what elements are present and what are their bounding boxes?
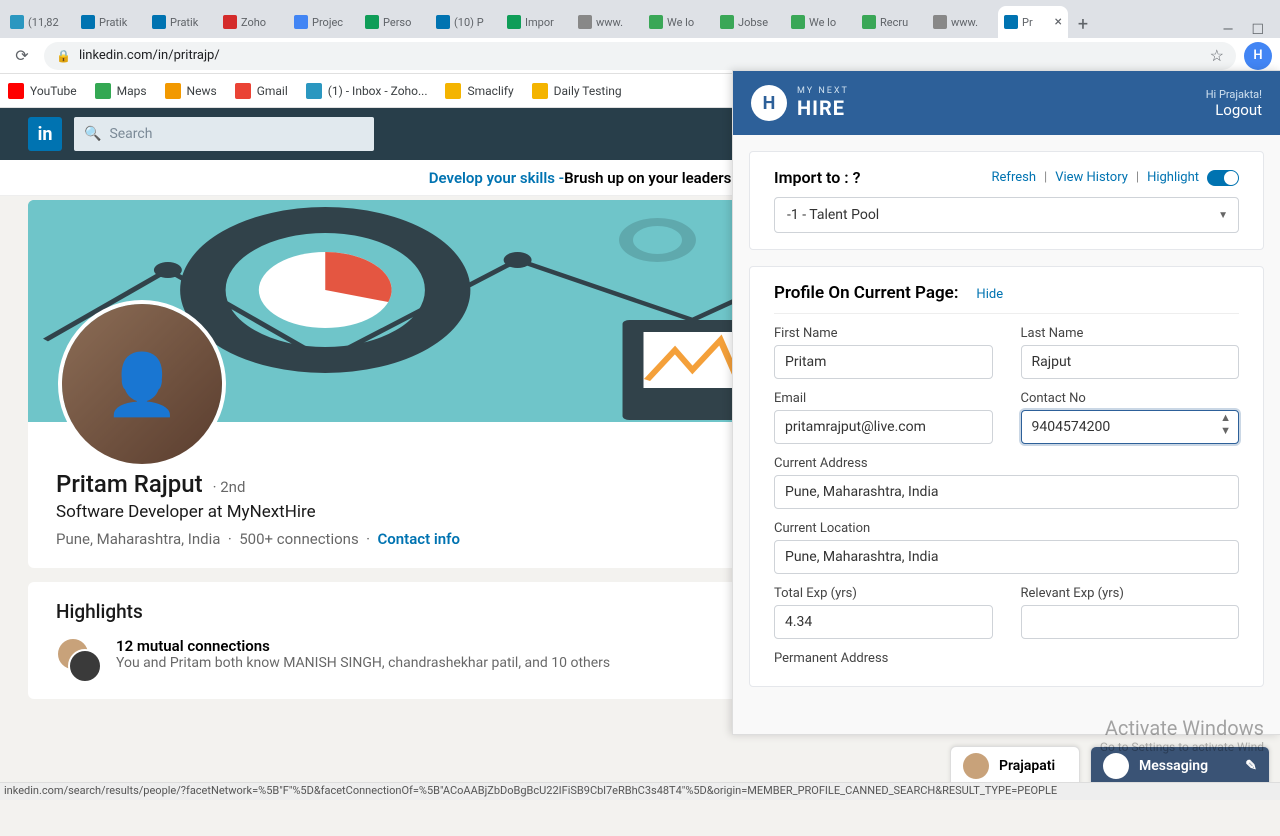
import-card: Import to : ? Refresh | View History | H…	[749, 151, 1264, 250]
browser-tab[interactable]: Pratik	[146, 6, 216, 38]
email-label: Email	[774, 391, 993, 406]
status-bar-url: inkedin.com/search/results/people/?facet…	[0, 782, 1280, 800]
stepper-icon[interactable]: ▲▼	[1220, 411, 1231, 437]
messaging-tab[interactable]: Messaging ✎	[1090, 746, 1270, 786]
browser-tab[interactable]: Pratik	[75, 6, 145, 38]
lock-icon: 🔒	[56, 49, 71, 63]
total-exp-label: Total Exp (yrs)	[774, 586, 993, 601]
browser-tab[interactable]: We lo	[785, 6, 855, 38]
profile-name: Pritam Rajput	[56, 470, 203, 498]
connections-count[interactable]: 500+ connections	[239, 530, 358, 548]
avatar-icon	[1103, 753, 1129, 779]
last-name-label: Last Name	[1021, 326, 1240, 341]
avatar-icon	[68, 649, 102, 683]
browser-tab[interactable]: Jobse	[714, 6, 784, 38]
current-address-label: Current Address	[774, 456, 1239, 471]
relevant-exp-input[interactable]	[1021, 605, 1240, 639]
browser-tab[interactable]: We lo	[643, 6, 713, 38]
logout-link[interactable]: Logout	[1206, 101, 1262, 119]
compose-icon[interactable]: ✎	[1245, 758, 1257, 774]
browser-tab-active[interactable]: Pr×	[998, 6, 1068, 38]
first-name-input[interactable]	[774, 345, 993, 379]
current-location-label: Current Location	[774, 521, 1239, 536]
browser-tab[interactable]: Impor	[501, 6, 571, 38]
mutual-title: 12 mutual connections	[116, 637, 610, 655]
browser-tab-strip: (11,82 Pratik Pratik Zoho Projec Perso (…	[0, 0, 1280, 38]
bookmark-item[interactable]: (1) - Inbox - Zoho...	[306, 83, 428, 99]
browser-tab[interactable]: Zoho	[217, 6, 287, 38]
current-location-input[interactable]	[774, 540, 1239, 574]
first-name-label: First Name	[774, 326, 993, 341]
profile-form-title: Profile On Current Page:	[774, 283, 958, 303]
highlight-toggle[interactable]	[1207, 170, 1239, 186]
import-title: Import to : ?	[774, 168, 860, 187]
new-tab-button[interactable]: +	[1069, 10, 1097, 38]
chat-tab[interactable]: Prajapati	[950, 746, 1080, 786]
view-history-link[interactable]: View History	[1055, 170, 1128, 185]
bookmark-item[interactable]: News	[165, 83, 217, 99]
bookmark-item[interactable]: Gmail	[235, 83, 288, 99]
chevron-down-icon: ▼	[1218, 210, 1228, 221]
avatar-icon	[963, 753, 989, 779]
browser-tab[interactable]: (11,82	[4, 6, 74, 38]
logo-badge-icon: H	[751, 85, 787, 121]
extension-header: H MY NEXTHIRE Hi Prajakta! Logout	[733, 71, 1280, 135]
relevant-exp-label: Relevant Exp (yrs)	[1021, 586, 1240, 601]
profile-location: Pune, Maharashtra, India	[56, 530, 220, 548]
contact-label: Contact No	[1021, 391, 1240, 406]
browser-tab[interactable]: www.	[572, 6, 642, 38]
bookmark-item[interactable]: YouTube	[8, 83, 77, 99]
close-icon[interactable]: ×	[1055, 14, 1062, 30]
linkedin-search-input[interactable]: 🔍 Search	[74, 117, 374, 151]
profile-avatar[interactable]: 👤	[58, 300, 226, 468]
bookmark-item[interactable]: Maps	[95, 83, 147, 99]
bookmark-star-icon[interactable]: ☆	[1210, 46, 1224, 65]
url-text: linkedin.com/in/pritrajp/	[79, 48, 220, 63]
linkedin-logo[interactable]: in	[28, 117, 62, 151]
bookmark-item[interactable]: Daily Testing	[532, 83, 622, 99]
minimize-icon[interactable]: —	[1223, 22, 1234, 38]
talent-pool-select[interactable]: -1 - Talent Pool ▼	[774, 197, 1239, 233]
browser-tab[interactable]: Projec	[288, 6, 358, 38]
email-input[interactable]	[774, 410, 993, 444]
greeting-text: Hi Prajakta!	[1206, 88, 1262, 101]
refresh-link[interactable]: Refresh	[992, 170, 1036, 185]
last-name-input[interactable]	[1021, 345, 1240, 379]
profile-form-card: Profile On Current Page: Hide First Name…	[749, 266, 1264, 687]
address-bar: ⟳ 🔒 linkedin.com/in/pritrajp/ ☆ H	[0, 38, 1280, 74]
mutual-subtitle: You and Pritam both know MANISH SINGH, c…	[116, 655, 610, 671]
current-address-input[interactable]	[774, 475, 1239, 509]
reload-icon[interactable]: ⟳	[8, 42, 36, 70]
maximize-icon[interactable]: ☐	[1251, 22, 1264, 38]
permanent-address-label: Permanent Address	[774, 651, 1239, 666]
extension-logo: H MY NEXTHIRE	[751, 85, 849, 121]
extension-panel: H MY NEXTHIRE Hi Prajakta! Logout Import…	[732, 70, 1280, 735]
highlight-label: Highlight	[1147, 170, 1199, 185]
bookmark-item[interactable]: Smaclify	[445, 83, 513, 99]
url-input[interactable]: 🔒 linkedin.com/in/pritrajp/ ☆	[44, 42, 1236, 70]
browser-tab[interactable]: www.	[927, 6, 997, 38]
browser-tab[interactable]: Perso	[359, 6, 429, 38]
total-exp-input[interactable]	[774, 605, 993, 639]
browser-tab[interactable]: Recru	[856, 6, 926, 38]
hide-link[interactable]: Hide	[976, 287, 1003, 302]
browser-tab[interactable]: (10) P	[430, 6, 500, 38]
browser-profile-avatar[interactable]: H	[1244, 42, 1272, 70]
connection-degree: · 2nd	[213, 478, 246, 496]
contact-input[interactable]	[1021, 410, 1240, 444]
search-icon: 🔍	[84, 126, 101, 142]
contact-info-link[interactable]: Contact info	[378, 530, 460, 548]
